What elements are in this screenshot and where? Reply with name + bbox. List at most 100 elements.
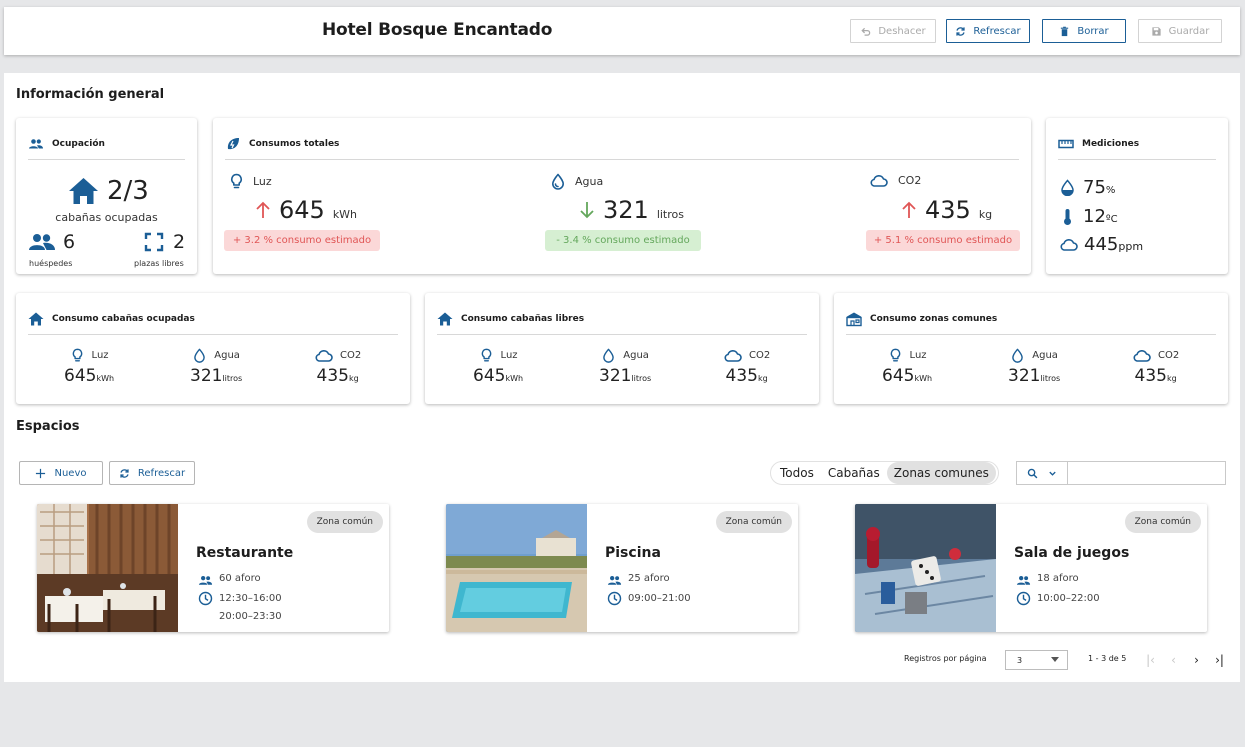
total-consumption-card: Consumos totales Luz 645 kWh + 3.2 % con… [213,118,1031,274]
occupied-water-metric: Agua 321litros [190,348,242,386]
clock-icon [1016,591,1031,606]
bulb-icon [231,173,242,189]
occupied-co2-value: 435 [316,366,349,386]
co2-unit: kg [978,208,993,221]
capacity-text: 60 aforo [219,573,261,584]
common-light-label: Luz [909,350,927,361]
free-places: 2 [144,231,185,253]
divider [846,334,1216,335]
top-bar: Hotel Bosque Encantado Deshacer Refresca… [4,7,1240,55]
hours-line: 09:00–21:00 [628,593,691,604]
hours-line: 20:00–23:30 [219,611,282,622]
new-label: Nuevo [54,467,87,479]
page-size-value: 3 [1017,655,1023,665]
save-icon [1152,26,1161,36]
new-space-button[interactable]: Nuevo [19,461,103,485]
common-zones-card: Consumo zonas comunes Luz 645kWh Agua 32… [834,293,1228,404]
refresh-spaces-button[interactable]: Refrescar [109,461,195,485]
filter-common-zones[interactable]: Zonas comunes [886,462,996,484]
common-light-unit: kWh [914,374,933,383]
people-icon [1016,576,1031,585]
occupied-co2-label: CO2 [340,350,362,361]
water-value: 321 [603,196,649,224]
prev-page-icon[interactable]: ‹ [1167,653,1180,667]
cabins-value: 2/3 [107,176,149,206]
space-hours: 09:00–21:00 [607,591,691,608]
space-hours: 10:00–22:00 [1016,591,1100,608]
save-button[interactable]: Guardar [1138,19,1222,43]
total-consumption-header: Consumos totales [225,136,339,152]
free-water-unit: litros [631,374,652,383]
building-icon [846,312,862,327]
undo-button[interactable]: Deshacer [850,19,936,43]
water-unit: litros [656,208,684,221]
search-options-button[interactable] [1017,462,1068,484]
free-water-value: 321 [599,366,632,386]
expand-icon [144,232,164,252]
free-water-label: Agua [623,350,649,361]
pool-image [446,504,587,632]
refresh-label: Refrescar [973,25,1021,37]
free-light-value: 645 [473,366,506,386]
first-page-icon[interactable]: |‹ [1144,653,1157,667]
common-water-unit: litros [1040,374,1061,383]
space-card-sala-de-juegos[interactable]: Zona común Sala de juegos 18 aforo 10:00… [855,504,1207,632]
filter-all[interactable]: Todos [773,462,821,484]
space-capacity: 18 aforo [1016,573,1079,588]
main-panel: Información general Ocupación 2/3 cabaña… [4,73,1240,682]
cabins-occupied: 2/3 [68,176,149,206]
divider [28,159,185,160]
temperature-value: 12 [1083,206,1106,227]
water-drop-icon [603,348,615,363]
guests-label: huéspedes [29,259,73,268]
eco-leaf-icon [227,138,239,150]
next-page-icon[interactable]: › [1190,653,1203,667]
refresh-icon [120,468,129,478]
space-type-badge: Zona común [715,511,792,533]
last-page-icon[interactable]: ›| [1213,653,1226,667]
water-drop-icon [1012,348,1024,363]
page-range: 1 - 3 de 5 [1088,654,1127,663]
divider [1058,159,1216,160]
page-size-select[interactable]: 3 [1005,650,1068,670]
light-unit: kWh [332,208,358,221]
cloud-icon [870,175,888,187]
space-card-restaurante[interactable]: Zona común Restaurante 60 aforo 12:30–16… [37,504,389,632]
capacity-text: 25 aforo [628,573,670,584]
co2-estimate-badge: + 5.1 % consumo estimado [866,230,1020,251]
house-icon [28,312,44,326]
free-cabins-title: Consumo cabañas libres [461,314,585,324]
common-co2-metric: CO2 435kg [1132,348,1179,386]
water-drop-icon [194,348,206,363]
refresh-button[interactable]: Refrescar [946,19,1030,43]
free-water-metric: Agua 321litros [599,348,651,386]
divider [225,159,1019,160]
temperature-unit: ºC [1105,214,1118,225]
free-light-label: Luz [500,350,518,361]
house-icon [437,312,453,326]
bulb-icon [890,348,900,362]
cabins-label: cabañas ocupadas [55,211,158,224]
water-total: 321 litros [579,196,684,224]
water-estimate-badge: - 3.4 % consumo estimado [545,230,701,251]
delete-button[interactable]: Borrar [1042,19,1126,43]
game-room-image [855,504,996,632]
occupancy-title: Ocupación [52,139,105,149]
occupied-water-unit: litros [222,374,243,383]
guests-value: 6 [63,231,76,253]
free-cabins-header: Consumo cabañas libres [437,311,584,327]
house-icon [69,178,98,204]
light-estimate-badge: + 3.2 % consumo estimado [224,230,380,251]
co2-total: 435 kg [901,196,992,224]
refresh-icon [956,26,966,36]
space-card-piscina[interactable]: Zona común Piscina 25 aforo 09:00–21:00 [446,504,798,632]
filter-cabins[interactable]: Cabañas [821,462,887,484]
space-hours: 12:30–16:00 20:00–23:30 [198,591,282,626]
free-cabins-card: Consumo cabañas libres Luz 645kWh Agua 3… [425,293,819,404]
pagination-nav: |‹ ‹ › ›| [1144,653,1226,667]
humidity-icon [1061,179,1074,196]
search-input[interactable] [1068,462,1225,484]
common-light-value: 645 [882,366,915,386]
light-value: 645 [279,196,325,224]
temperature-row: 12ºC [1060,206,1118,227]
